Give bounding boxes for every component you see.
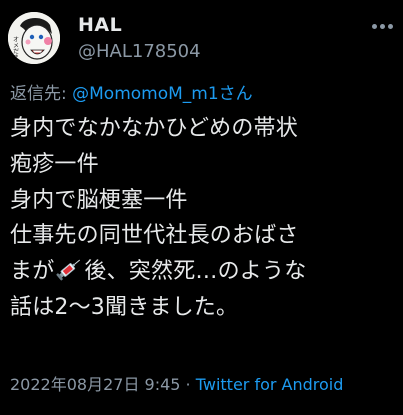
tweet-line-4: 仕事先の同世代社長のおばさ <box>10 223 299 249</box>
tweet-source-link[interactable]: Twitter for Android <box>196 375 344 394</box>
reply-target-link[interactable]: @MomomoM_m1さん <box>72 84 253 104</box>
tweet-line-6: 話は2〜3聞きました。 <box>10 294 239 320</box>
tweet-line-1: 身内でなかなかひどめの帯状 <box>10 116 298 141</box>
reply-prefix: 返信先: <box>10 84 73 104</box>
more-dot <box>388 24 393 29</box>
avatar[interactable]: オメだま <box>8 12 60 64</box>
tweet-text: 身内でなかなかひどめの帯状 疱疹一件 身内で脳梗塞一件 仕事先の同世代社長のおば… <box>10 111 398 326</box>
tweet-line-2: 疱疹一件 <box>10 151 99 177</box>
tweet-datetime[interactable]: 2022年08月27日 9:45 <box>10 375 180 394</box>
more-dot <box>372 24 377 29</box>
tweet-line-5: まが 後、突然死…のような <box>10 254 398 290</box>
tweet-line-5-pre: まが <box>10 259 55 285</box>
syringe-emoji <box>56 259 81 281</box>
author-handle[interactable]: @HAL178504 <box>78 41 201 63</box>
tweet-header: オメだま HAL @HAL178504 <box>0 0 403 76</box>
more-dot <box>380 24 385 29</box>
tweet-card: オメだま HAL @HAL178504 返信先: @MomomoM_m1さん 身… <box>0 0 403 415</box>
tweet-line-3: 身内で脳梗塞一件 <box>10 187 188 213</box>
reply-to: 返信先: @MomomoM_m1さん <box>10 83 253 105</box>
more-dots-icon[interactable] <box>372 24 394 32</box>
tweet-line-5-post: 後、突然死…のような <box>84 259 307 285</box>
tweet-meta: 2022年08月27日 9:45 · Twitter for Android <box>10 374 343 396</box>
author-name[interactable]: HAL <box>78 13 122 37</box>
meta-separator: · <box>180 375 196 394</box>
avatar-image: オメだま <box>8 12 60 64</box>
avatar-text: オメだま <box>12 36 19 60</box>
